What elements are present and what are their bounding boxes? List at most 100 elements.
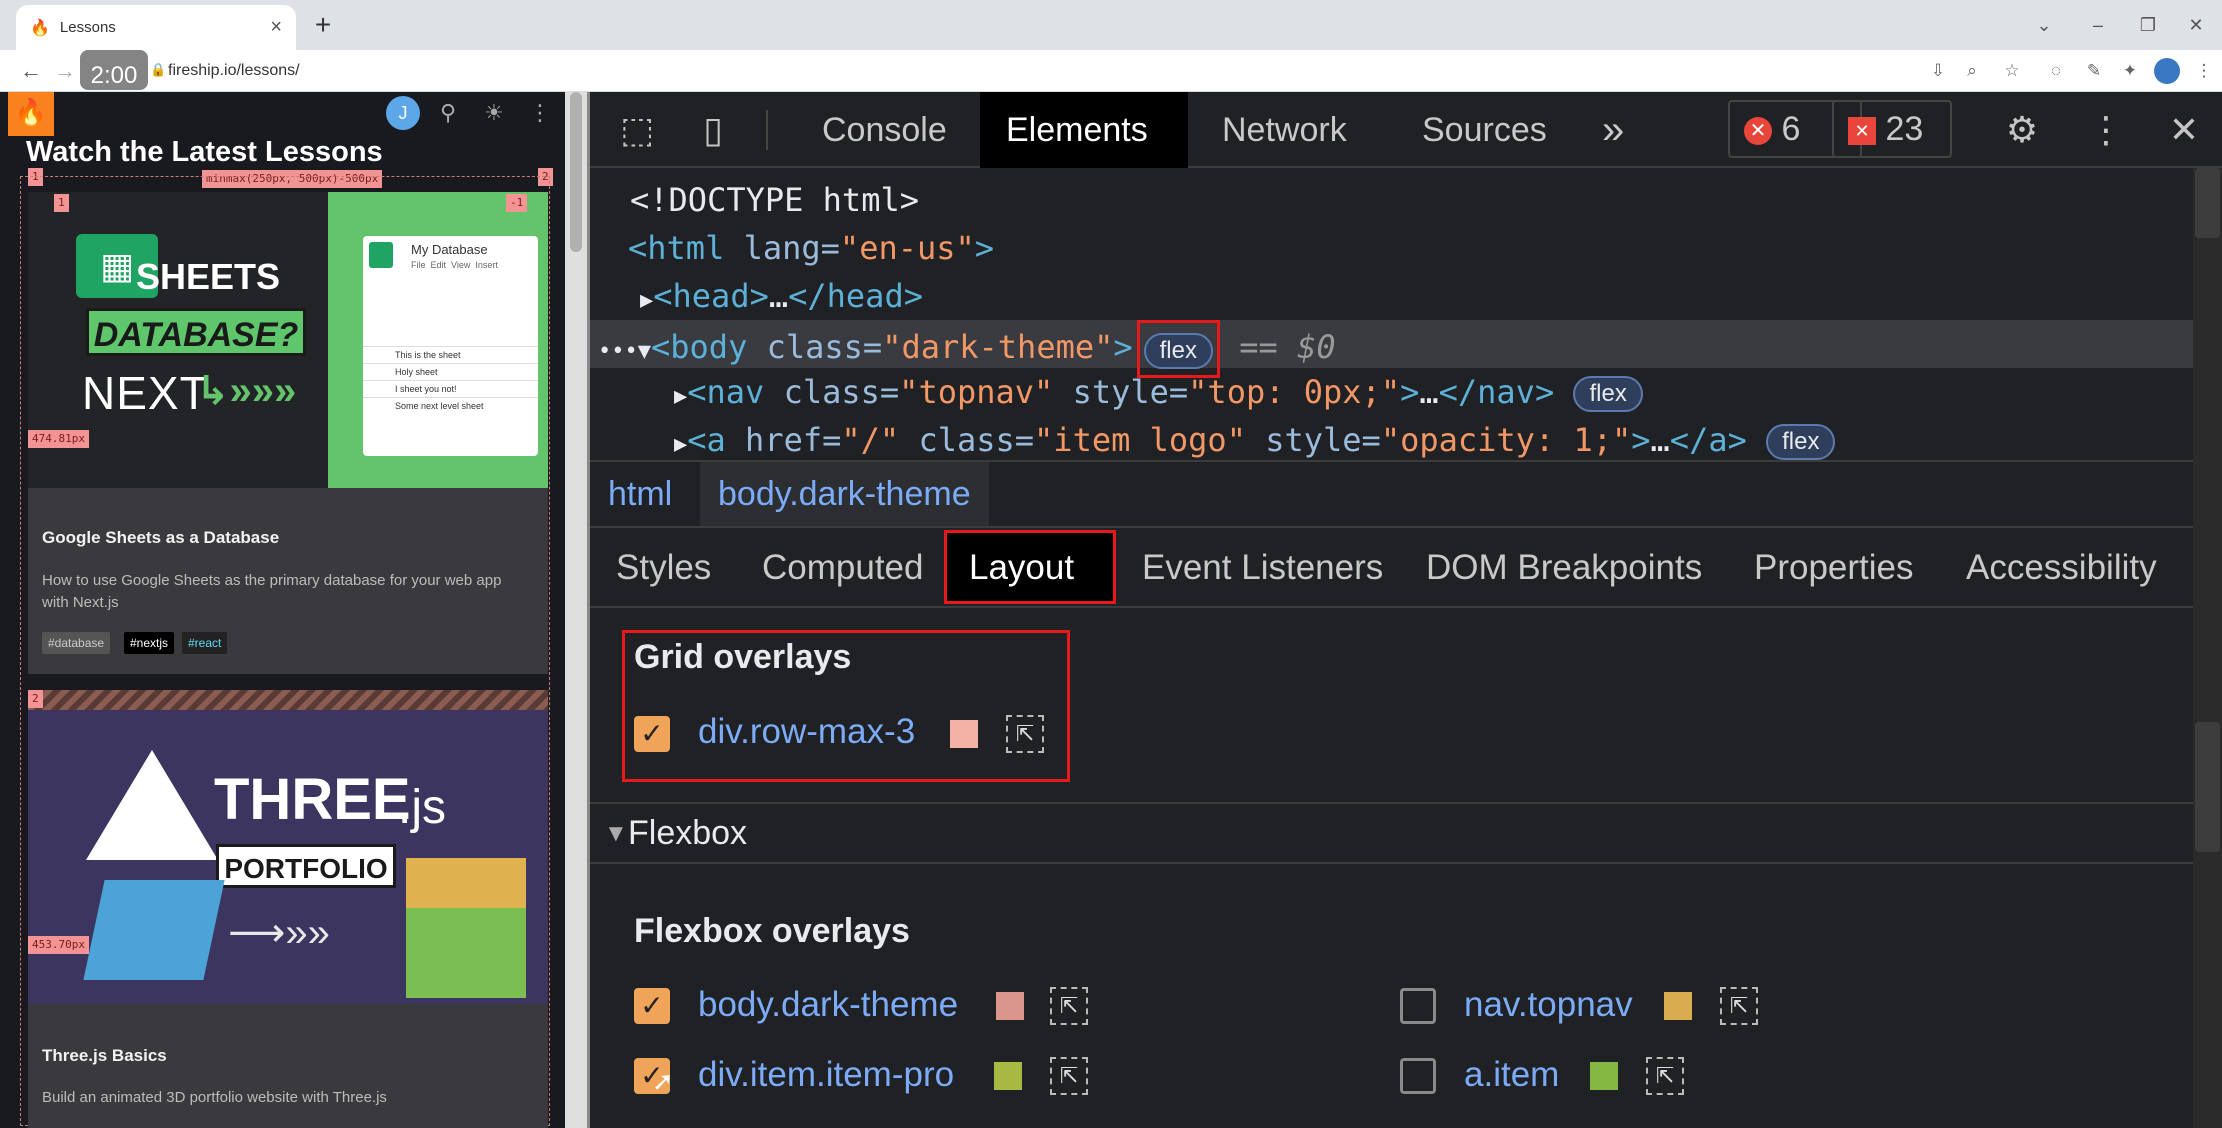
grid-overlay-checkbox[interactable]: ✓ — [634, 716, 670, 752]
card-thumbnail[interactable]: THREE .js PORTFOLIO ⟶»» — [28, 710, 548, 1004]
mini-sheet-rows: This is the sheet Holy sheet I sheet you… — [363, 346, 538, 414]
zoom-icon[interactable]: ⌕ — [1958, 56, 1986, 86]
expand-arrow-icon[interactable]: ▶ — [674, 384, 687, 409]
tab-dom-breakpoints[interactable]: DOM Breakpoints — [1404, 528, 1724, 608]
install-icon[interactable]: ⇩ — [1924, 56, 1952, 86]
dom-scrollbar-thumb[interactable] — [2195, 168, 2220, 238]
telescope-icon[interactable]: ⚲ — [432, 96, 464, 130]
extension-pen-icon[interactable]: ✎ — [2080, 56, 2108, 86]
flex-overlay-checkbox[interactable] — [1400, 988, 1436, 1024]
page-scrollbar-thumb[interactable] — [570, 92, 582, 252]
tab-event-listeners[interactable]: Event Listeners — [1120, 528, 1405, 608]
profile-avatar[interactable] — [2154, 58, 2180, 84]
tab-elements[interactable]: Elements — [980, 92, 1188, 168]
flex-overlay-label[interactable]: body.dark-theme — [698, 985, 958, 1025]
highlight-node-icon[interactable]: ⇱ — [1646, 1057, 1684, 1095]
tab-accessibility[interactable]: Accessibility — [1944, 528, 2179, 608]
more-dots-icon[interactable]: ••• — [598, 339, 638, 364]
new-tab-button[interactable]: + — [306, 8, 340, 42]
settings-gear-icon[interactable]: ⚙ — [1994, 92, 2050, 168]
more-menu-icon[interactable]: ⋮ — [524, 96, 556, 130]
browser-menu-icon[interactable]: ⋮ — [2190, 56, 2218, 86]
extension-icon[interactable]: ◌ — [2042, 56, 2070, 86]
breadcrumb-html[interactable]: html — [590, 462, 690, 526]
flex-overlay-label[interactable]: div.item.item-pro — [698, 1055, 954, 1095]
flex-badge[interactable]: flex — [1143, 333, 1213, 369]
flex-overlay-color-swatch[interactable] — [1664, 992, 1692, 1020]
flex-overlay-label[interactable]: a.item — [1464, 1055, 1559, 1095]
close-devtools-icon[interactable]: ✕ — [2156, 92, 2212, 168]
tab-search-icon[interactable]: ⌄ — [2024, 8, 2064, 42]
flex-overlay-color-swatch[interactable] — [1590, 1062, 1618, 1090]
flex-badge[interactable]: flex — [1573, 376, 1643, 412]
mini-spreadsheet: My Database File Edit View Insert This i… — [363, 236, 538, 456]
highlight-node-icon[interactable]: ⇱ — [1720, 987, 1758, 1025]
breadcrumb-body[interactable]: body.dark-theme — [700, 462, 989, 526]
grid-line-badge: 2 — [28, 690, 43, 708]
tab-layout[interactable]: Layout — [944, 530, 1116, 604]
tab-styles[interactable]: Styles — [594, 528, 733, 608]
theme-sun-icon[interactable]: ☀ — [478, 96, 510, 130]
dom-line-nav[interactable]: ▶<nav class="topnav" style="top: 0px;">…… — [674, 368, 1643, 416]
devtools-scrollbar[interactable] — [2193, 168, 2222, 1128]
tab-computed[interactable]: Computed — [740, 528, 945, 608]
lesson-card[interactable] — [28, 1004, 548, 1128]
tab-sources[interactable]: Sources — [1396, 92, 1573, 168]
flexbox-section-title[interactable]: Flexbox — [628, 814, 747, 853]
browser-tab[interactable]: 🔥 Lessons × — [16, 5, 296, 50]
collapsed-ellipsis: … — [1650, 421, 1670, 459]
tag-nextjs[interactable]: #nextjs — [124, 632, 175, 654]
collapse-arrow-icon[interactable]: ▼ — [604, 820, 628, 848]
card-title[interactable]: Three.js Basics — [42, 1046, 167, 1066]
user-avatar[interactable]: J — [386, 96, 420, 130]
highlight-node-icon[interactable]: ⇱ — [1050, 987, 1088, 1025]
device-toolbar-icon[interactable]: ▯ — [688, 92, 738, 168]
card-title[interactable]: Google Sheets as a Database — [42, 528, 279, 548]
attr-value: "item logo" — [1034, 421, 1246, 459]
url-text[interactable]: fireship.io/lessons/ — [168, 57, 300, 85]
restore-icon[interactable]: ❐ — [2128, 8, 2168, 42]
tab-network[interactable]: Network — [1196, 92, 1373, 168]
grid-overlay-color-swatch[interactable] — [950, 720, 978, 748]
grid-overlays-title: Grid overlays — [634, 638, 852, 676]
panel-scrollbar-thumb[interactable] — [2195, 722, 2220, 852]
window-close-icon[interactable]: ✕ — [2176, 8, 2216, 42]
minimize-icon[interactable]: – — [2078, 8, 2118, 42]
tab-close-icon[interactable]: × — [270, 16, 282, 39]
dom-line-head[interactable]: ▶<head>…</head> — [640, 272, 923, 320]
tab-console[interactable]: Console — [796, 92, 973, 168]
dom-line-a[interactable]: ▶<a href="/" class="item logo" style="op… — [674, 416, 1836, 460]
more-tabs-icon[interactable]: » — [1576, 92, 1650, 168]
warning-counter[interactable]: ✕ 23 — [1832, 100, 1952, 158]
fireship-logo[interactable]: 🔥 — [8, 92, 54, 136]
collapse-arrow-icon[interactable]: ▼ — [638, 339, 651, 364]
grid-overlay-label[interactable]: div.row-max-3 — [698, 712, 915, 752]
dom-line-html[interactable]: <html lang="en-us"> — [628, 224, 994, 272]
tag-database[interactable]: #database — [42, 632, 111, 654]
forward-icon[interactable]: → — [50, 56, 80, 86]
mini-sheet-row: I sheet you not! — [363, 380, 538, 397]
tag-react[interactable]: #react — [182, 632, 228, 654]
card-thumbnail[interactable]: ▦ SHEETS DATABASE? NEXT ↳»»» My Database… — [28, 192, 548, 488]
bookmark-star-icon[interactable]: ☆ — [1998, 56, 2026, 86]
flex-badge[interactable]: flex — [1766, 424, 1836, 460]
inspect-element-icon[interactable]: ⬚ — [612, 92, 662, 168]
dom-line-doctype[interactable]: <!DOCTYPE html> — [630, 176, 919, 224]
attr-value: "en-us" — [839, 229, 975, 267]
back-icon[interactable]: ← — [16, 56, 46, 86]
puzzle-icon[interactable]: ✦ — [2116, 56, 2144, 86]
flex-overlay-checkbox[interactable]: ✓ — [634, 988, 670, 1024]
expand-arrow-icon[interactable]: ▶ — [640, 288, 653, 313]
attr-value: "opacity: 1;" — [1380, 421, 1632, 459]
highlight-node-icon[interactable]: ⇱ — [1050, 1057, 1088, 1095]
flex-overlay-color-swatch[interactable] — [996, 992, 1024, 1020]
dom-line-body[interactable]: •••▼<body class="dark-theme"> flex == $0 — [598, 320, 1336, 378]
flex-overlay-color-swatch[interactable] — [994, 1062, 1022, 1090]
flex-overlay-checkbox[interactable] — [1400, 1058, 1436, 1094]
devtools-menu-icon[interactable]: ⋮ — [2078, 92, 2134, 168]
tab-properties[interactable]: Properties — [1732, 528, 1936, 608]
attr-value: "/" — [841, 421, 900, 459]
expand-arrow-icon[interactable]: ▶ — [674, 432, 687, 457]
flex-overlay-label[interactable]: nav.topnav — [1464, 985, 1633, 1025]
highlight-node-icon[interactable]: ⇱ — [1006, 715, 1044, 753]
